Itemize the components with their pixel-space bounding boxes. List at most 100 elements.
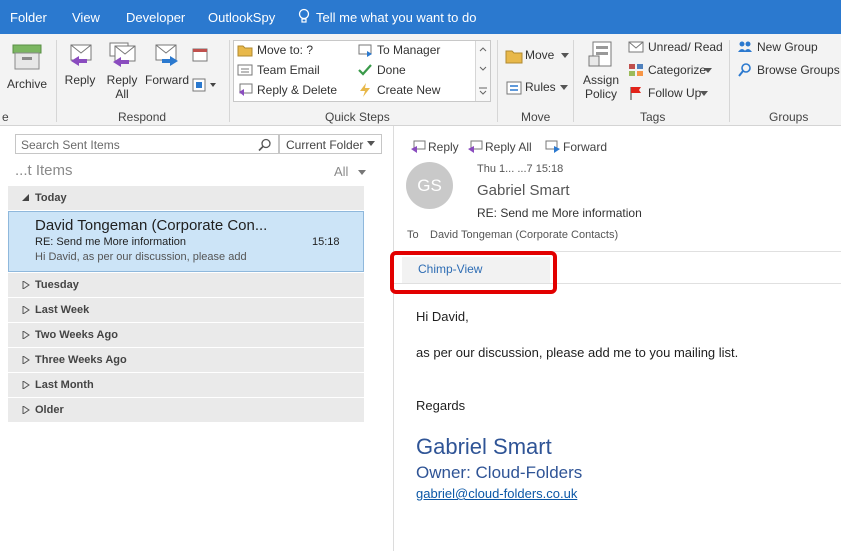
avatar: GS — [406, 162, 453, 209]
signature-name: Gabriel Smart — [416, 434, 552, 459]
group-header-two-weeks-ago[interactable]: Two Weeks Ago — [8, 323, 364, 347]
more-respond-button[interactable] — [192, 76, 222, 94]
body-regards: Regards — [416, 398, 466, 413]
message-date: Thu 1... ...7 15:18 — [477, 163, 564, 175]
folder-move-icon — [237, 45, 253, 57]
envelope-icon — [628, 41, 644, 53]
expand-triangle-icon — [22, 306, 30, 314]
follow-up-button[interactable]: Follow Up — [628, 84, 714, 102]
highlight-box — [390, 251, 557, 294]
chevron-down-icon — [367, 141, 375, 146]
flag-icon — [630, 87, 641, 100]
expand-triangle-icon — [22, 406, 30, 414]
expand-triangle-icon — [22, 356, 30, 364]
dropdown-arrow-icon — [561, 53, 569, 58]
search-icon — [738, 63, 751, 77]
lightning-icon — [360, 83, 370, 97]
search-scope-dropdown[interactable]: Current Folder — [279, 134, 382, 154]
meeting-button[interactable] — [192, 46, 212, 64]
group-label-groups: Groups — [769, 110, 809, 124]
archive-button[interactable]: Archive — [4, 42, 50, 91]
menu-bar: Folder View Developer OutlookSpy Tell me… — [0, 0, 841, 34]
expand-triangle-icon — [22, 331, 30, 339]
group-header-three-weeks-ago[interactable]: Three Weeks Ago — [8, 348, 364, 372]
group-header-older[interactable]: Older — [8, 398, 364, 422]
message-preview: Hi David, as per our discussion, please … — [35, 251, 247, 263]
ribbon-divider — [56, 40, 57, 122]
reading-reply-button[interactable]: Reply — [410, 140, 459, 154]
reading-subject: RE: Send me More information — [477, 206, 642, 220]
search-input[interactable]: Search Sent Items — [15, 134, 279, 154]
reply-all-icon — [468, 140, 483, 153]
signature-email-link[interactable]: gabriel@cloud-folders.co.uk — [416, 486, 577, 501]
forward-button[interactable]: Forward — [143, 40, 191, 87]
categorize-icon — [629, 64, 643, 76]
expand-triangle-icon — [22, 381, 30, 389]
group-header-last-week[interactable]: Last Week — [8, 298, 364, 322]
reading-forward-button[interactable]: Forward — [545, 140, 607, 154]
menu-folder[interactable]: Folder — [10, 10, 47, 25]
tell-me-box[interactable]: Tell me what you want to do — [316, 10, 476, 25]
pane-divider[interactable] — [393, 126, 394, 551]
group-header-today[interactable]: Today — [8, 186, 364, 210]
dropdown-arrow-icon — [700, 91, 708, 96]
reply-all-button[interactable]: Reply All — [102, 40, 142, 101]
folder-title: ...t Items — [15, 162, 73, 179]
chevron-down-icon — [479, 66, 487, 71]
group-header-tuesday[interactable]: Tuesday — [8, 273, 364, 297]
group-label-delete: e — [2, 110, 9, 124]
quick-steps-scrollbar[interactable] — [475, 41, 490, 101]
dropdown-arrow-icon — [704, 68, 712, 73]
chevron-down-icon — [358, 170, 367, 175]
group-label-quick-steps: Quick Steps — [325, 110, 390, 124]
reading-sender[interactable]: Gabriel Smart — [477, 182, 570, 199]
group-label-tags: Tags — [640, 110, 666, 124]
signature-role: Owner: Cloud-Folders — [416, 463, 583, 482]
forward-icon — [155, 44, 178, 66]
message-item-selected[interactable]: David Tongeman (Corporate Con... RE: Sen… — [8, 211, 364, 272]
move-folder-icon — [505, 50, 523, 64]
body-line: as per our discussion, please add me to … — [416, 345, 739, 360]
people-icon — [738, 41, 752, 52]
reply-delete-icon — [239, 83, 253, 96]
more-icon — [192, 78, 216, 92]
forward-icon — [545, 140, 560, 153]
rules-button[interactable]: Rules — [505, 78, 568, 96]
message-sender: David Tongeman (Corporate Con... — [35, 217, 268, 234]
reply-icon — [70, 44, 92, 66]
checkmark-icon — [358, 64, 372, 76]
group-label-respond: Respond — [118, 110, 167, 124]
expand-gallery-icon — [479, 87, 487, 95]
lightbulb-icon — [298, 8, 310, 23]
expand-triangle-icon — [22, 281, 30, 289]
filter-dropdown[interactable]: All — [334, 164, 367, 179]
move-button[interactable]: Move — [505, 46, 569, 64]
ribbon: Archive e Reply Reply All Forward Respon… — [0, 34, 841, 126]
ribbon-divider — [229, 40, 230, 122]
ribbon-divider — [497, 40, 498, 122]
menu-developer[interactable]: Developer — [126, 10, 185, 25]
message-time: 15:18 — [312, 236, 340, 248]
archive-icon — [12, 44, 42, 70]
assign-policy-button[interactable]: Assign Policy — [578, 40, 624, 101]
categorize-button[interactable]: Categorize — [628, 61, 714, 79]
search-icon[interactable] — [258, 138, 272, 152]
team-email-icon — [237, 64, 253, 76]
menu-view[interactable]: View — [72, 10, 100, 25]
reading-reply-all-button[interactable]: Reply All — [467, 140, 532, 154]
to-recipient[interactable]: David Tongeman (Corporate Contacts) — [430, 229, 618, 241]
collapse-triangle-icon — [22, 194, 29, 201]
dropdown-arrow-icon — [560, 85, 568, 90]
rules-icon — [506, 81, 522, 95]
chevron-up-icon — [479, 47, 487, 52]
group-header-last-month[interactable]: Last Month — [8, 373, 364, 397]
ribbon-divider — [573, 40, 574, 122]
reply-all-icon — [109, 42, 136, 67]
ribbon-divider — [729, 40, 730, 122]
to-label: To — [407, 229, 419, 241]
policy-icon — [588, 41, 612, 67]
body-greeting: Hi David, — [416, 309, 469, 324]
reply-button[interactable]: Reply — [60, 40, 100, 87]
menu-outlookspy[interactable]: OutlookSpy — [208, 10, 275, 25]
group-label-move: Move — [521, 110, 551, 124]
